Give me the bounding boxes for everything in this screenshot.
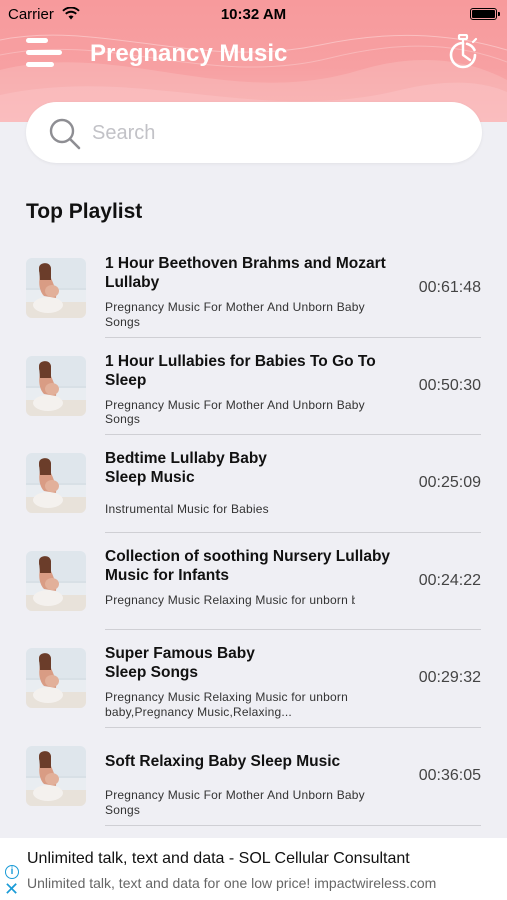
ad-banner[interactable]: i ✕ Unlimited talk, text and data - SOL …: [0, 838, 507, 900]
hamburger-menu-icon-line: [26, 50, 62, 55]
playlist-title: Bedtime Lullaby Baby Sleep Music: [105, 450, 267, 487]
playlist-subtitle: Pregnancy Music For Mother And Unborn Ba…: [105, 788, 365, 817]
ad-info-icon[interactable]: i: [5, 865, 19, 879]
playlist-duration: 00:25:09: [418, 474, 481, 492]
playlist-item[interactable]: Super Famous Baby Sleep Songs Pregnancy …: [0, 630, 507, 728]
ad-close-icon[interactable]: ✕: [4, 880, 19, 898]
timer-icon[interactable]: [446, 34, 480, 70]
playlist-item[interactable]: Soft Relaxing Baby Sleep Music Pregnancy…: [0, 728, 507, 826]
search-bar[interactable]: [26, 102, 482, 163]
row-divider: [105, 824, 481, 826]
search-icon: [49, 118, 81, 150]
hamburger-menu-icon-line: [26, 62, 54, 67]
menu-button[interactable]: [26, 36, 64, 68]
playlist-subtitle: Instrumental Music for Babies: [105, 502, 269, 517]
playlist-item[interactable]: Bedtime Lullaby Baby Sleep Music Instrum…: [0, 435, 507, 533]
playlist-thumbnail: [26, 648, 86, 709]
playlist-thumbnail: [26, 453, 86, 514]
playlist-item[interactable]: Collection of soothing Nursery Lullaby M…: [0, 533, 507, 631]
playlist-title: 1 Hour Beethoven Brahms and Mozart Lulla…: [105, 255, 386, 291]
playlist-thumbnail: [26, 746, 86, 806]
playlist-duration: 00:29:32: [418, 669, 481, 687]
playlist-duration: 00:50:30: [418, 376, 481, 394]
section-title: Top Playlist: [26, 200, 143, 223]
playlist-item[interactable]: 1 Hour Beethoven Brahms and Mozart Lulla…: [0, 240, 507, 338]
playlist-subtitle: Pregnancy Music Relaxing Music for unbor…: [105, 592, 355, 607]
playlist-item[interactable]: 1 Hour Lullabies for Babies To Go To Sle…: [0, 338, 507, 436]
playlist-thumbnail: [26, 355, 86, 416]
playlist-thumbnail: [26, 550, 86, 611]
playlist-title: 1 Hour Lullabies for Babies To Go To Sle…: [105, 352, 376, 389]
playlist-subtitle: Pregnancy Music Relaxing Music for unbor…: [105, 690, 348, 719]
playlist-duration: 00:24:22: [418, 571, 481, 589]
search-input[interactable]: [92, 114, 452, 152]
playlist-title: Super Famous Baby Sleep Songs: [105, 645, 255, 682]
playlist-title: Collection of soothing Nursery Lullaby M…: [105, 547, 391, 584]
battery-icon: [470, 8, 500, 20]
ad-body[interactable]: Unlimited talk, text and data for one lo…: [27, 875, 436, 891]
ad-headline[interactable]: Unlimited talk, text and data - SOL Cell…: [27, 850, 410, 868]
playlist-title: Soft Relaxing Baby Sleep Music: [105, 753, 341, 770]
app-title: Pregnancy Music: [90, 40, 288, 67]
playlist-thumbnail: [26, 258, 86, 318]
playlist-duration: 00:61:48: [418, 279, 481, 296]
status-bar: Carrier 10:32 AM: [0, 0, 507, 28]
hamburger-menu-icon: [26, 38, 48, 43]
playlist-subtitle: Pregnancy Music For Mother And Unborn Ba…: [105, 300, 365, 329]
playlist-subtitle: Pregnancy Music For Mother And Unborn Ba…: [105, 397, 365, 427]
playlist-duration: 00:36:05: [418, 767, 481, 784]
status-time: 10:32 AM: [220, 6, 287, 23]
